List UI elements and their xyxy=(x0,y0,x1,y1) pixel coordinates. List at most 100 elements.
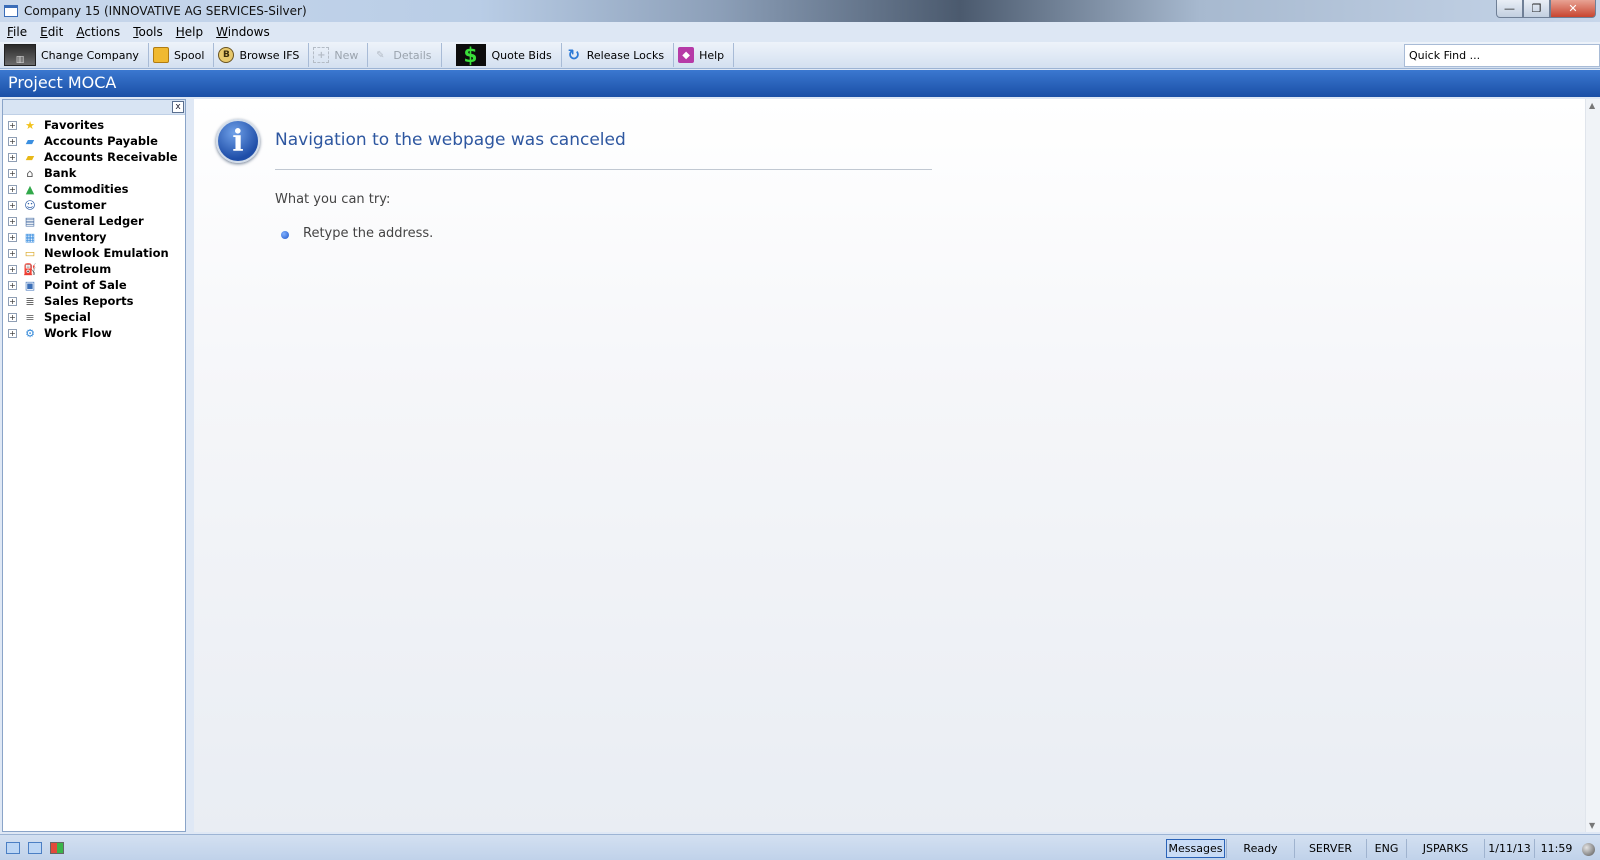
tree-item-accounts-receivable[interactable]: + ▰ Accounts Receivable xyxy=(3,149,185,165)
tree-item-inventory[interactable]: + ▦ Inventory xyxy=(3,229,185,245)
refresh-icon: ↻ xyxy=(567,46,581,64)
expand-icon[interactable]: + xyxy=(8,168,17,178)
expand-icon[interactable]: + xyxy=(8,152,17,162)
new-button[interactable]: + New xyxy=(309,43,369,67)
tree-item-label: Favorites xyxy=(44,118,105,132)
spool-button[interactable]: Spool xyxy=(149,43,215,67)
tree-item-label: General Ledger xyxy=(44,214,144,228)
close-panel-button[interactable]: x xyxy=(172,101,184,113)
restore-button[interactable]: ❐ xyxy=(1523,0,1550,18)
toolbar: ▥ Change Company Spool B Browse IFS + Ne… xyxy=(0,42,1600,69)
expand-icon[interactable]: + xyxy=(8,232,17,242)
menu-tools[interactable]: Tools xyxy=(133,25,163,39)
window-cascade-icon[interactable] xyxy=(28,842,42,854)
expand-icon[interactable]: + xyxy=(8,328,17,338)
menu-file[interactable]: File xyxy=(7,25,27,39)
spool-icon xyxy=(152,47,169,63)
scroll-up-icon[interactable]: ▲ xyxy=(1589,101,1595,110)
tree-item-customer[interactable]: + ☺ Customer xyxy=(3,197,185,213)
quick-find-input[interactable]: Quick Find ... xyxy=(1404,44,1600,67)
pos-icon: ▣ xyxy=(24,278,36,292)
tree-item-label: Commodities xyxy=(44,182,129,196)
tree-item-work-flow[interactable]: + ⚙ Work Flow xyxy=(3,325,185,341)
menu-bar: File Edit Actions Tools Help Windows xyxy=(0,22,1600,42)
tree-item-special[interactable]: + ≡ Special xyxy=(3,309,185,325)
tree-item-label: Inventory xyxy=(44,230,107,244)
expand-icon[interactable]: + xyxy=(8,216,17,226)
expand-icon[interactable]: + xyxy=(8,120,17,130)
quote-bids-button[interactable]: $ Quote Bids xyxy=(452,43,562,67)
tree-item-label: Special xyxy=(44,310,91,324)
window-controls: — ❐ ✕ xyxy=(1496,0,1596,18)
new-document-icon: + xyxy=(313,47,330,63)
multi-window-icon[interactable] xyxy=(50,842,64,854)
tree-item-bank[interactable]: + ⌂ Bank xyxy=(3,165,185,181)
browse-ifs-button[interactable]: B Browse IFS xyxy=(214,43,310,67)
server-indicator: SERVER xyxy=(1294,839,1366,858)
try-label: What you can try: xyxy=(275,192,391,207)
ledger-icon: ▤ xyxy=(24,214,36,228)
change-company-button[interactable]: ▥ Change Company xyxy=(0,43,149,67)
nav-tree: + ★ Favorites + ▰ Accounts Payable + ▰ Accounts … xyxy=(3,115,185,341)
expand-icon[interactable]: + xyxy=(8,296,17,306)
menu-windows[interactable]: Windows xyxy=(216,25,270,39)
expand-icon[interactable]: + xyxy=(8,280,17,290)
date-indicator: 1/11/13 xyxy=(1484,839,1534,858)
help-button[interactable]: ◆ Help xyxy=(674,43,735,67)
tree-item-label: Petroleum xyxy=(44,262,112,276)
tree-item-point-of-sale[interactable]: + ▣ Point of Sale xyxy=(3,277,185,293)
close-window-button[interactable]: ✕ xyxy=(1550,0,1596,18)
tree-item-label: Sales Reports xyxy=(44,294,134,308)
expand-icon[interactable]: + xyxy=(8,136,17,146)
vertical-scrollbar[interactable]: ▲ ▼ xyxy=(1585,99,1600,832)
browse-ifs-icon: B xyxy=(218,47,235,63)
expand-icon[interactable]: + xyxy=(8,248,17,258)
help-book-icon: ◆ xyxy=(678,47,695,63)
tree-item-label: Newlook Emulation xyxy=(44,246,169,260)
commodities-icon: ▲ xyxy=(25,182,35,196)
tree-item-general-ledger[interactable]: + ▤ General Ledger xyxy=(3,213,185,229)
menu-edit[interactable]: Edit xyxy=(40,25,63,39)
building-icon: ▥ xyxy=(4,44,36,66)
report-icon: ≣ xyxy=(25,294,35,308)
expand-icon[interactable]: + xyxy=(8,312,17,322)
panel-header: x xyxy=(3,100,185,115)
tree-item-commodities[interactable]: + ▲ Commodities xyxy=(3,181,185,197)
tree-item-sales-reports[interactable]: + ≣ Sales Reports xyxy=(3,293,185,309)
divider xyxy=(275,169,932,170)
star-icon: ★ xyxy=(25,118,35,132)
menu-actions[interactable]: Actions xyxy=(76,25,120,39)
tree-item-petroleum[interactable]: + ⛽ Petroleum xyxy=(3,261,185,277)
window-title: Company 15 (INNOVATIVE AG SERVICES-Silve… xyxy=(24,4,307,18)
expand-icon[interactable]: + xyxy=(8,264,17,274)
bullet-icon xyxy=(281,231,289,239)
tree-item-label: Accounts Receivable xyxy=(44,150,178,164)
status-icons xyxy=(6,842,72,854)
expand-icon[interactable]: + xyxy=(8,200,17,210)
ledger-receivable-icon: ▰ xyxy=(25,150,35,164)
details-button[interactable]: ✎ Details xyxy=(368,43,442,67)
window-tile-icon[interactable] xyxy=(6,842,20,854)
folder-payable-icon: ▰ xyxy=(25,134,35,148)
scroll-down-icon[interactable]: ▼ xyxy=(1589,821,1595,830)
minimize-button[interactable]: — xyxy=(1496,0,1523,18)
error-title: Navigation to the webpage was canceled xyxy=(275,130,626,150)
expand-icon[interactable]: + xyxy=(8,184,17,194)
tree-item-label: Work Flow xyxy=(44,326,112,340)
browser-content: i Navigation to the webpage was canceled… xyxy=(194,99,1585,832)
dollar-icon: $ xyxy=(455,43,486,67)
special-icon: ≡ xyxy=(25,310,35,324)
tree-item-newlook-emulation[interactable]: + ▭ Newlook Emulation xyxy=(3,245,185,261)
menu-help[interactable]: Help xyxy=(176,25,203,39)
tree-item-favorites[interactable]: + ★ Favorites xyxy=(3,117,185,133)
language-indicator: ENG xyxy=(1366,839,1406,858)
emulation-icon: ▭ xyxy=(24,246,36,260)
release-locks-button[interactable]: ↻ Release Locks xyxy=(562,43,675,67)
tree-item-label: Accounts Payable xyxy=(44,134,158,148)
messages-button[interactable]: Messages xyxy=(1166,839,1225,858)
time-indicator: 11:59 xyxy=(1534,839,1578,858)
info-icon: i xyxy=(216,119,260,163)
tree-item-accounts-payable[interactable]: + ▰ Accounts Payable xyxy=(3,133,185,149)
suggestion-text: Retype the address. xyxy=(303,226,434,241)
inventory-icon: ▦ xyxy=(24,230,36,244)
